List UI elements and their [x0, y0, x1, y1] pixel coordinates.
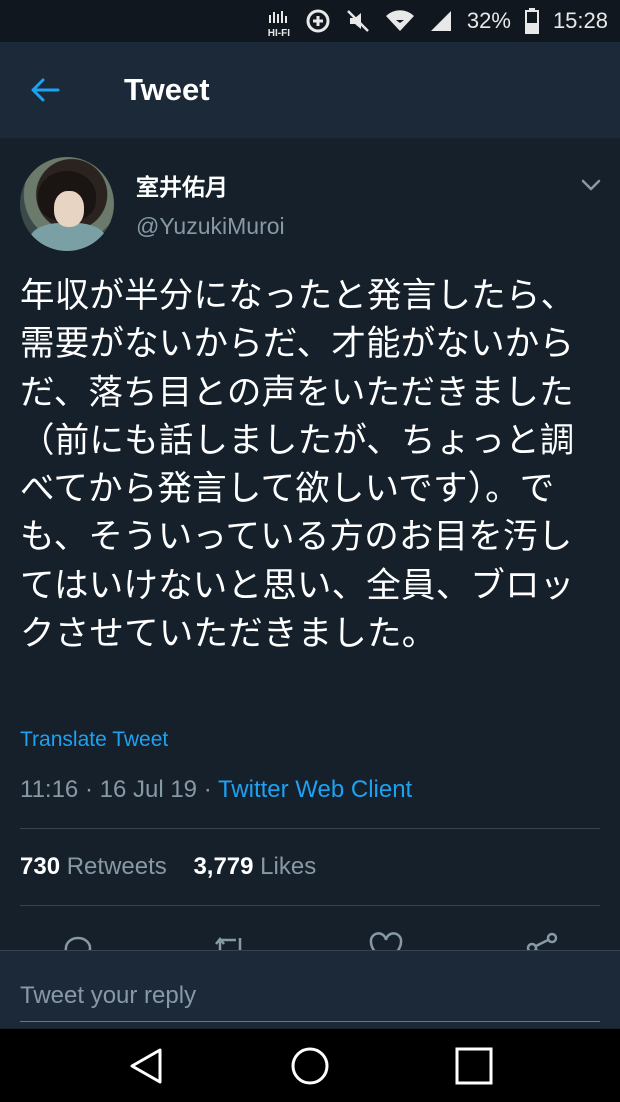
like-icon — [369, 932, 403, 950]
system-nav-bar — [0, 1029, 620, 1102]
nav-home-icon — [291, 1047, 329, 1084]
likes-label: Likes — [260, 853, 317, 880]
meta-separator: · — [203, 776, 212, 803]
retweets-count: 730 — [20, 853, 61, 880]
divider — [20, 828, 600, 829]
retweet-icon — [215, 936, 242, 950]
mute-icon — [345, 8, 371, 34]
retweets-stat[interactable]: 730 Retweets — [20, 853, 167, 880]
share-icon — [526, 932, 558, 950]
nav-recents-button[interactable] — [434, 1029, 514, 1102]
tweet-actions — [0, 928, 620, 950]
share-button[interactable] — [522, 928, 562, 950]
reply-icon — [64, 936, 92, 950]
back-button[interactable] — [0, 42, 90, 138]
tweet-options-button[interactable] — [576, 170, 606, 200]
nav-recents-icon — [455, 1047, 493, 1084]
avatar[interactable] — [20, 157, 114, 251]
back-arrow-icon — [31, 78, 60, 102]
signal-icon — [429, 9, 453, 33]
retweet-button[interactable] — [210, 928, 250, 950]
tweet-meta: 11:16 · 16 Jul 19 · Twitter Web Client — [20, 776, 412, 804]
author-handle[interactable]: @YuzukiMuroi — [136, 213, 285, 240]
tweet-text: 年収が半分になったと発言したら、需要がないからだ、才能がないからだ、落ち目との声… — [20, 276, 576, 655]
battery-percent: 32% — [466, 8, 511, 33]
meta-separator: · — [84, 776, 93, 803]
nav-home-button[interactable] — [270, 1029, 350, 1102]
tweet-date: 16 Jul 19 — [99, 776, 198, 803]
tweet-stats: 730 Retweets 3,779 Likes — [20, 853, 316, 881]
retweets-label: Retweets — [66, 853, 167, 880]
author-display-name[interactable]: 室井佑月 — [136, 168, 228, 202]
data-saver-icon — [305, 8, 331, 34]
likes-stat[interactable]: 3,779 Likes — [193, 853, 316, 880]
tweet-client-link[interactable]: Twitter Web Client — [218, 776, 412, 803]
tweet-time: 11:16 — [20, 776, 79, 803]
translate-tweet-link[interactable]: Translate Tweet — [20, 728, 168, 752]
hifi-icon: HI-FI — [267, 3, 291, 39]
hifi-label: HI-FI — [267, 28, 290, 39]
page-title: Tweet — [124, 72, 210, 107]
battery-icon — [524, 8, 539, 34]
reply-button[interactable] — [58, 928, 98, 950]
reply-bar — [0, 950, 620, 1028]
wifi-icon — [385, 9, 415, 33]
likes-count: 3,779 — [193, 853, 254, 880]
status-time: 15:28 — [552, 8, 608, 33]
nav-back-button[interactable] — [106, 1029, 186, 1102]
like-button[interactable] — [366, 928, 406, 950]
reply-input[interactable] — [20, 971, 600, 1022]
nav-back-icon — [130, 1048, 162, 1083]
status-bar: HI-FI 32% 15:28 — [0, 0, 620, 42]
divider — [20, 905, 600, 906]
chevron-down-icon — [581, 179, 601, 191]
app-bar: Tweet — [0, 42, 620, 138]
